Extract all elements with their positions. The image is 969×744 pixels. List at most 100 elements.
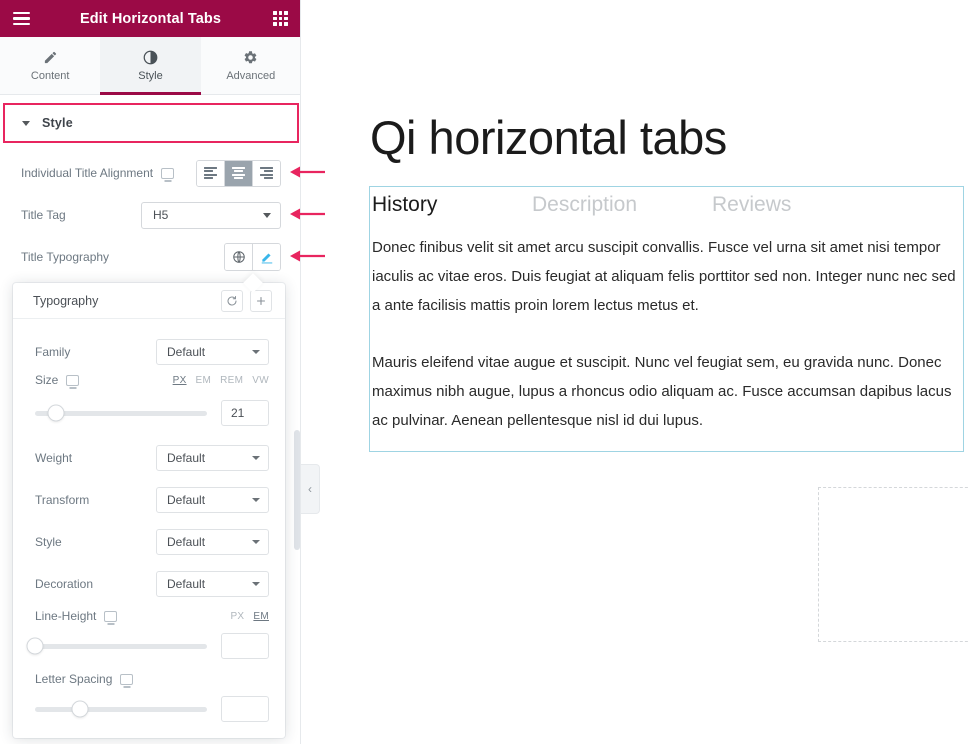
size-value-input[interactable]: 21: [221, 400, 269, 426]
pencil-icon: [43, 49, 58, 65]
title-tag-select[interactable]: H5: [141, 201, 281, 229]
contrast-circle-icon: [143, 49, 158, 65]
tabs-row: History Description Reviews: [370, 187, 963, 227]
horizontal-tabs-widget: History Description Reviews Donec finibu…: [369, 186, 964, 452]
section-title: Style: [42, 116, 73, 130]
monitor-icon[interactable]: [120, 673, 134, 685]
weight-value: Default: [167, 451, 206, 465]
tab-advanced[interactable]: Advanced: [200, 37, 301, 94]
weight-label: Weight: [35, 451, 73, 465]
empty-section-placeholder[interactable]: [818, 487, 969, 642]
chevron-down-icon: [252, 498, 260, 502]
size-unit-px[interactable]: PX: [173, 375, 187, 386]
transform-value: Default: [167, 493, 206, 507]
family-label: Family: [35, 345, 71, 359]
align-center-button[interactable]: [225, 160, 253, 186]
typography-popover-actions: [221, 289, 272, 312]
pencil-edit-icon[interactable]: [253, 244, 280, 270]
tab-style[interactable]: Style: [100, 37, 201, 95]
chevron-down-icon: [252, 350, 260, 354]
transform-label: Transform: [35, 493, 90, 507]
control-decoration: Decoration Default: [13, 563, 285, 605]
size-unit-em[interactable]: EM: [196, 375, 212, 386]
globe-icon[interactable]: [225, 244, 253, 270]
line-height-unit-px[interactable]: PX: [230, 611, 244, 622]
chevron-down-icon: [252, 582, 260, 586]
apps-grid-icon[interactable]: [273, 11, 288, 26]
line-height-slider-knob[interactable]: [26, 637, 44, 655]
plus-icon[interactable]: [250, 289, 272, 312]
style-label: Style: [35, 535, 62, 549]
decoration-value: Default: [167, 577, 206, 591]
panel-divider: [300, 0, 301, 744]
gear-icon: [243, 49, 258, 65]
control-transform: Transform Default: [13, 479, 285, 521]
control-line-height-header: Line-Height PX EM: [13, 603, 285, 629]
tab-content-label: Content: [30, 70, 70, 82]
chevron-down-icon: [263, 212, 271, 218]
section-header-style[interactable]: Style: [3, 103, 299, 143]
monitor-icon[interactable]: [104, 610, 118, 622]
title-tag-value: H5: [153, 208, 169, 222]
panel-collapse-handle[interactable]: ‹: [301, 464, 320, 514]
letter-spacing-label: Letter Spacing: [35, 672, 113, 686]
style-value: Default: [167, 535, 206, 549]
chevron-down-icon: [252, 540, 260, 544]
tab-panel-content: Donec finibus velit sit amet arcu suscip…: [370, 227, 963, 451]
line-height-unit-em[interactable]: EM: [253, 611, 269, 622]
hamburger-menu-icon[interactable]: [13, 12, 30, 25]
tab-paragraph: Donec finibus velit sit amet arcu suscip…: [372, 239, 956, 314]
size-slider-knob[interactable]: [47, 404, 65, 422]
control-title-tag: Title Tag H5: [0, 194, 301, 236]
style-select[interactable]: Default: [156, 529, 269, 555]
decoration-select[interactable]: Default: [156, 571, 269, 597]
panel-title: Edit Horizontal Tabs: [79, 10, 222, 27]
family-select[interactable]: Default: [156, 339, 269, 365]
letter-spacing-label-group: Letter Spacing: [35, 672, 269, 686]
transform-select[interactable]: Default: [156, 487, 269, 513]
title-typography-label: Title Typography: [21, 250, 110, 264]
line-height-label: Line-Height: [35, 609, 97, 623]
alignment-button-group: [196, 159, 281, 187]
tab-style-label: Style: [138, 70, 163, 82]
control-size-slider: 21: [13, 396, 285, 430]
control-style: Style Default: [13, 521, 285, 563]
preview-tab-reviews[interactable]: Reviews: [712, 193, 791, 227]
letter-spacing-slider-track[interactable]: [35, 700, 207, 718]
monitor-icon[interactable]: [161, 167, 175, 179]
control-letter-spacing-slider: [13, 692, 285, 726]
size-slider-track[interactable]: [35, 404, 207, 422]
letter-spacing-slider-knob[interactable]: [71, 700, 89, 718]
size-unit-switcher: PX EM REM VW: [173, 375, 269, 386]
align-left-button[interactable]: [197, 160, 225, 186]
size-unit-vw[interactable]: VW: [252, 375, 269, 386]
panel-header: Edit Horizontal Tabs: [0, 0, 301, 37]
decoration-label: Decoration: [35, 577, 94, 591]
control-letter-spacing-header: Letter Spacing: [13, 666, 285, 692]
size-label-group: Size: [35, 373, 173, 387]
line-height-label-group: Line-Height: [35, 609, 230, 623]
tab-content[interactable]: Content: [0, 37, 101, 94]
line-height-slider-track[interactable]: [26, 637, 207, 655]
chevron-down-icon: [22, 120, 30, 126]
typography-popover: Typography Family Default Size PX EM REM…: [13, 283, 285, 738]
size-label: Size: [35, 373, 59, 387]
title-typography-buttons: [224, 243, 281, 271]
typography-popover-title: Typography: [33, 293, 99, 308]
size-unit-rem[interactable]: REM: [220, 375, 243, 386]
typography-popover-header: Typography: [13, 283, 285, 319]
letter-spacing-value-input[interactable]: [221, 696, 269, 722]
control-title-typography: Title Typography: [0, 236, 301, 278]
weight-select[interactable]: Default: [156, 445, 269, 471]
preview-tab-history[interactable]: History: [370, 193, 532, 227]
tab-advanced-label: Advanced: [226, 70, 276, 82]
alignment-label-group: Individual Title Alignment: [21, 166, 196, 180]
line-height-value-input[interactable]: [221, 633, 269, 659]
preview-tab-description[interactable]: Description: [532, 193, 712, 227]
panel-tab-bar: Content Style Advanced: [0, 37, 301, 95]
align-right-button[interactable]: [253, 160, 280, 186]
reset-icon[interactable]: [221, 289, 243, 312]
monitor-icon[interactable]: [66, 374, 80, 386]
title-tag-label: Title Tag: [21, 208, 66, 222]
chevron-left-icon: ‹: [308, 482, 312, 496]
